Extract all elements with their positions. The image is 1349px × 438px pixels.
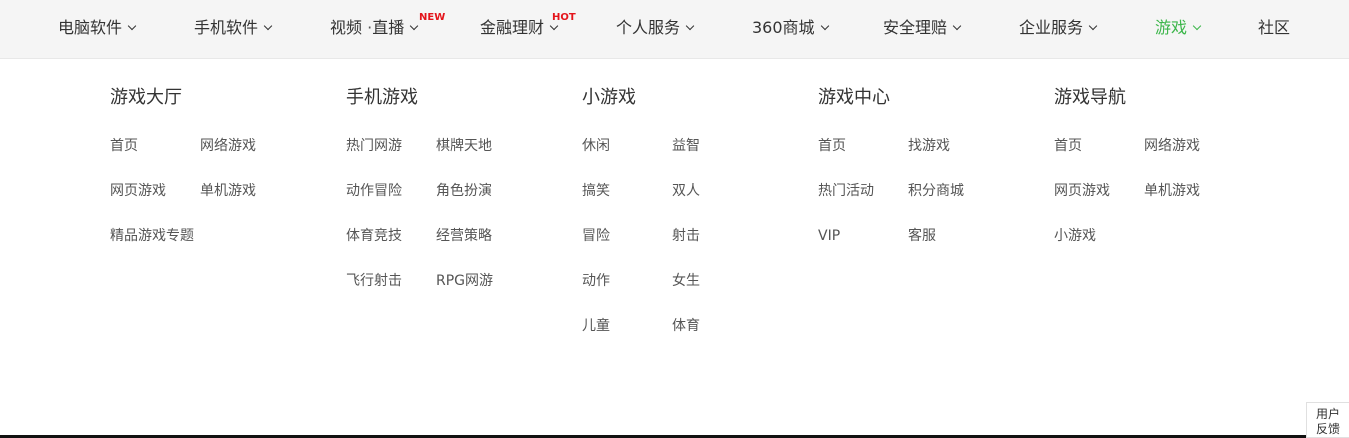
link-board-card[interactable]: 棋牌天地 [436, 137, 492, 155]
link-shooting[interactable]: 射击 [672, 227, 700, 245]
link-home[interactable]: 首页 [110, 137, 138, 155]
nav-item-label: 安全理赔 [883, 18, 948, 37]
link-find-games[interactable]: 找游戏 [908, 137, 950, 155]
column-title: 手机游戏 [346, 87, 418, 108]
link-strategy[interactable]: 经营策略 [436, 227, 492, 245]
link-nav-online-games[interactable]: 网络游戏 [1144, 137, 1200, 155]
link-sport-mini[interactable]: 体育 [672, 317, 700, 335]
games-dropdown-panel: 游戏大厅 首页 网络游戏 网页游戏 单机游戏 精品游戏专题 手机游戏 热门网游 … [0, 59, 1349, 435]
nav-item-video-live[interactable]: 视频 ·直播 NEW [330, 0, 445, 58]
chevron-down-icon [820, 21, 829, 31]
nav-item-label-2: 直播 [372, 18, 405, 37]
chevron-down-icon [127, 21, 137, 31]
nav-item-enterprise[interactable]: 企业服务 [1019, 0, 1098, 58]
nav-item-security-claims[interactable]: 安全理赔 [883, 0, 962, 58]
link-nav-web-games[interactable]: 网页游戏 [1054, 182, 1110, 200]
nav-item-label: 电脑软件 [58, 18, 123, 37]
chevron-down-icon [1088, 21, 1098, 31]
chevron-down-icon [1192, 21, 1202, 31]
nav-item-community[interactable]: 社区 [1258, 0, 1290, 58]
feedback-label-line1: 用户 [1315, 407, 1340, 421]
link-nav-home[interactable]: 首页 [1054, 137, 1082, 155]
nav-item-360-mall[interactable]: 360商城 [752, 0, 829, 58]
nav-item-label: 视频 [330, 18, 363, 37]
top-nav-bar: 电脑软件 手机软件 视频 ·直播 NEW 金融理财 HOT 个人服务 360商城… [0, 0, 1349, 59]
link-kids[interactable]: 儿童 [582, 317, 610, 335]
link-sports[interactable]: 体育竞技 [346, 227, 402, 245]
new-badge: NEW [419, 12, 446, 23]
link-puzzle[interactable]: 益智 [672, 137, 700, 155]
link-flight-shooting[interactable]: 飞行射击 [346, 272, 402, 290]
nav-item-personal-service[interactable]: 个人服务 [616, 0, 695, 58]
link-rpg-online[interactable]: RPG网游 [436, 272, 493, 290]
link-casual[interactable]: 休闲 [582, 137, 610, 155]
link-vip[interactable]: VIP [818, 227, 840, 245]
chevron-down-icon [409, 21, 419, 31]
link-role-playing[interactable]: 角色扮演 [436, 182, 492, 200]
column-title: 游戏中心 [818, 87, 890, 108]
column-title: 小游戏 [582, 87, 636, 108]
link-action-adventure[interactable]: 动作冒险 [346, 182, 402, 200]
link-single-player-games[interactable]: 单机游戏 [200, 182, 256, 200]
link-girls[interactable]: 女生 [672, 272, 700, 290]
link-points-mall[interactable]: 积分商城 [908, 182, 964, 200]
link-adventure[interactable]: 冒险 [582, 227, 610, 245]
column-title: 游戏大厅 [110, 87, 182, 108]
nav-item-label: 手机软件 [194, 18, 259, 37]
chevron-down-icon [263, 21, 273, 31]
chevron-down-icon [952, 21, 962, 31]
link-funny[interactable]: 搞笑 [582, 182, 610, 200]
nav-item-label: 金融理财 [480, 18, 545, 37]
column-title: 游戏导航 [1054, 87, 1126, 108]
link-nav-mini-games[interactable]: 小游戏 [1054, 227, 1096, 245]
nav-item-mobile-software[interactable]: 手机软件 [194, 0, 273, 58]
nav-item-pc-software[interactable]: 电脑软件 [58, 0, 137, 58]
nav-item-label: 360商城 [752, 18, 815, 37]
nav-item-label: 游戏 [1155, 18, 1188, 37]
nav-item-games[interactable]: 游戏 [1155, 0, 1202, 58]
link-two-player[interactable]: 双人 [672, 182, 700, 200]
link-popular-online[interactable]: 热门网游 [346, 137, 402, 155]
link-hot-events[interactable]: 热门活动 [818, 182, 874, 200]
link-online-games[interactable]: 网络游戏 [200, 137, 256, 155]
link-center-home[interactable]: 首页 [818, 137, 846, 155]
hot-badge: HOT [552, 12, 576, 23]
nav-item-finance[interactable]: 金融理财 HOT [480, 0, 576, 58]
chevron-down-icon [685, 21, 695, 31]
nav-item-label: 企业服务 [1019, 18, 1084, 37]
feedback-label-line2: 反馈 [1315, 422, 1340, 436]
nav-item-label: 社区 [1258, 18, 1291, 37]
link-customer-service[interactable]: 客服 [908, 227, 936, 245]
feedback-button[interactable]: 用户 反馈 [1306, 402, 1349, 438]
link-action[interactable]: 动作 [582, 272, 610, 290]
link-nav-single-player[interactable]: 单机游戏 [1144, 182, 1200, 200]
link-web-games[interactable]: 网页游戏 [110, 182, 166, 200]
link-featured-topics[interactable]: 精品游戏专题 [110, 227, 194, 245]
nav-item-label: 个人服务 [616, 18, 681, 37]
